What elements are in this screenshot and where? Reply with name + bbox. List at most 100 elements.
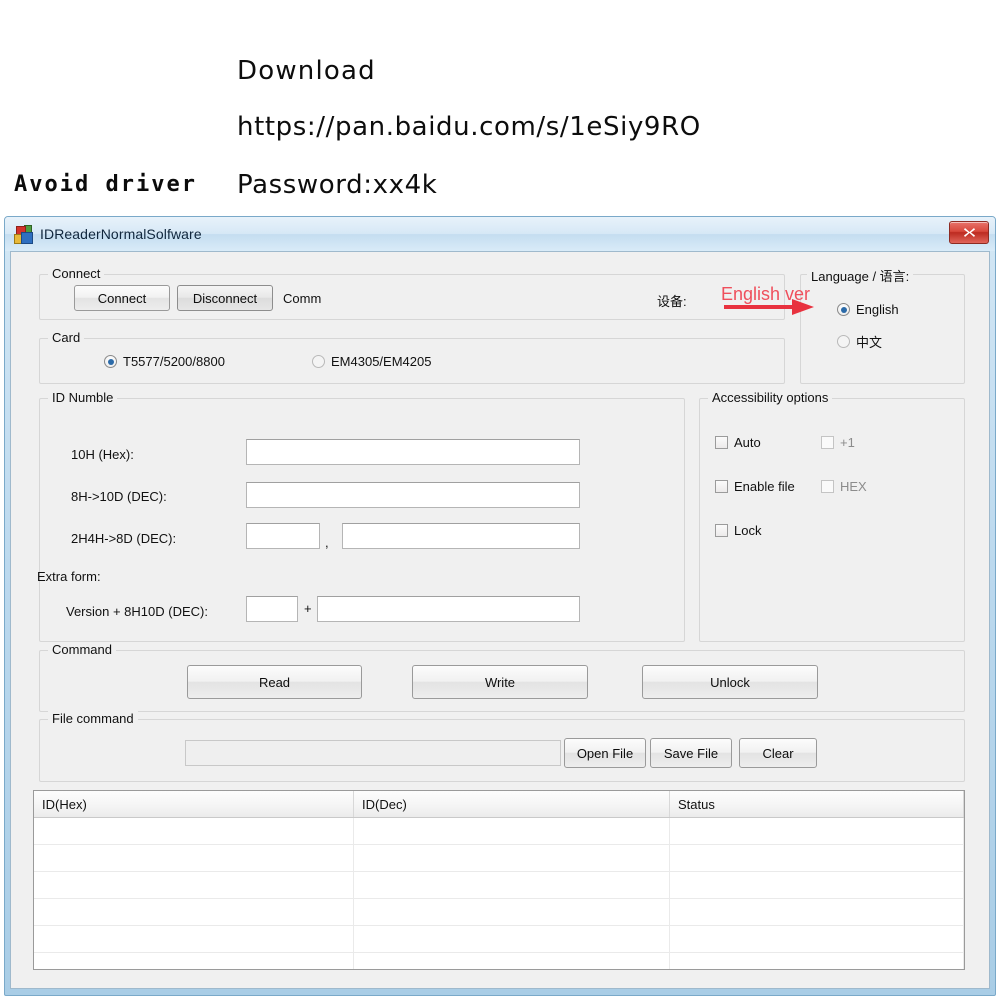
command-group-legend: Command [48,642,116,657]
extra-value-input[interactable] [317,596,580,622]
grid-body [34,818,964,969]
id-dec8-input-b[interactable] [342,523,580,549]
table-cell [354,953,670,969]
language-group: Language / 语言: English 中文 [800,266,965,384]
annotation-download-heading: Download [237,56,376,86]
results-grid[interactable]: ID(Hex) ID(Dec) Status [33,790,965,970]
extra-version-label: Version + 8H10D (DEC): [66,604,208,619]
checkbox-icon [821,436,834,449]
id-dec10-input[interactable] [246,482,580,508]
table-cell [34,818,354,844]
card-option-t5577-label: T5577/5200/8800 [123,354,225,369]
clear-button[interactable]: Clear [739,738,817,768]
table-cell [354,899,670,925]
table-cell [354,845,670,871]
checkbox-hex-label: HEX [840,479,867,494]
annotation-password: Password:xx4k [237,170,438,200]
device-label: 设备: [657,294,687,309]
checkbox-enable-file[interactable]: Enable file [715,479,808,494]
table-cell [354,818,670,844]
table-cell [354,872,670,898]
radio-icon-selected [104,355,117,368]
checkbox-lock-label: Lock [734,523,762,538]
checkbox-icon [715,524,728,537]
title-bar: IDReaderNormalSolfware [5,217,995,251]
radio-icon-selected [837,303,850,316]
id-hex-input[interactable] [246,439,580,465]
table-cell [34,953,354,969]
grid-header-id-hex[interactable]: ID(Hex) [34,791,354,817]
checkbox-icon [715,436,728,449]
language-group-legend: Language / 语言: [807,266,914,285]
id-row-dec8-label: 2H4H->8D (DEC): [71,531,177,546]
card-option-em4305[interactable]: EM4305/EM4205 [312,354,431,369]
id-numble-group: ID Numble 10H (Hex): 8H->10D (DEC): 2H4H… [37,390,685,642]
id-dec8-input-a[interactable] [246,523,320,549]
checkbox-icon [821,480,834,493]
language-option-english-label: English [856,302,899,317]
language-option-chinese[interactable]: 中文 [837,332,882,351]
checkbox-plus-one-label: +1 [840,435,855,450]
accessibility-group-legend: Accessibility options [708,390,833,405]
unlock-button[interactable]: Unlock [642,665,818,699]
table-row[interactable] [34,926,964,953]
table-row[interactable] [34,872,964,899]
comm-label: Comm [283,291,322,306]
extra-form-label: Extra form: [37,569,101,584]
radio-icon-unselected [312,355,325,368]
table-cell [34,899,354,925]
read-button[interactable]: Read [187,665,362,699]
connect-button[interactable]: Connect [74,285,170,311]
table-cell [670,818,964,844]
grid-header-status[interactable]: Status [670,791,964,817]
checkbox-auto-label: Auto [734,435,761,450]
file-command-group-legend: File command [48,711,138,726]
table-row[interactable] [34,818,964,845]
file-path-input[interactable] [185,740,561,766]
checkbox-hex[interactable]: HEX [821,479,867,494]
write-button[interactable]: Write [412,665,588,699]
checkbox-icon [715,480,728,493]
disconnect-button[interactable]: Disconnect [177,285,273,311]
card-option-t5577[interactable]: T5577/5200/8800 [104,354,225,369]
table-row[interactable] [34,845,964,872]
annotation-avoid-driver: Avoid driver [14,172,197,197]
checkbox-plus-one[interactable]: +1 [821,435,855,450]
card-group: Card T5577/5200/8800 EM4305/EM4205 [39,330,785,384]
close-icon [963,228,975,237]
checkbox-enable-file-label: Enable file [734,479,795,494]
annotation-english-ver: English ver [721,284,811,304]
table-cell [354,926,670,952]
table-cell [670,845,964,871]
application-window: IDReaderNormalSolfware Connect Connect D… [4,216,996,996]
table-row[interactable] [34,953,964,969]
table-cell [670,953,964,969]
card-option-em4305-label: EM4305/EM4205 [331,354,432,369]
checkbox-lock[interactable]: Lock [715,523,761,538]
client-area: Connect Connect Disconnect Comm 设备: Card… [10,251,990,989]
file-command-group: File command Open File Save File Clear [39,711,965,782]
accessibility-options-group: Accessibility options Auto +1 Enable fil… [699,390,965,642]
table-cell [670,872,964,898]
grid-header-id-dec[interactable]: ID(Dec) [354,791,670,817]
checkbox-auto[interactable]: Auto [715,435,761,450]
annotation-download-url: https://pan.baidu.com/s/1eSiy9RO [237,112,701,142]
language-option-english[interactable]: English [837,302,899,317]
table-cell [34,845,354,871]
extra-version-input[interactable] [246,596,298,622]
save-file-button[interactable]: Save File [650,738,732,768]
connect-group: Connect Connect Disconnect Comm 设备: [39,266,785,320]
id-row-dec10-label: 8H->10D (DEC): [71,489,167,504]
extra-separator: + [304,601,312,616]
id-row-hex-label: 10H (Hex): [71,447,134,462]
open-file-button[interactable]: Open File [564,738,646,768]
command-group: Command Read Write Unlock [39,642,965,712]
table-row[interactable] [34,899,964,926]
close-button[interactable] [949,221,989,244]
card-group-legend: Card [48,330,85,345]
table-cell [34,926,354,952]
window-title: IDReaderNormalSolfware [40,226,202,242]
id-dec8-separator: , [325,535,329,550]
grid-header-row: ID(Hex) ID(Dec) Status [34,791,964,818]
id-numble-group-legend: ID Numble [48,390,118,405]
